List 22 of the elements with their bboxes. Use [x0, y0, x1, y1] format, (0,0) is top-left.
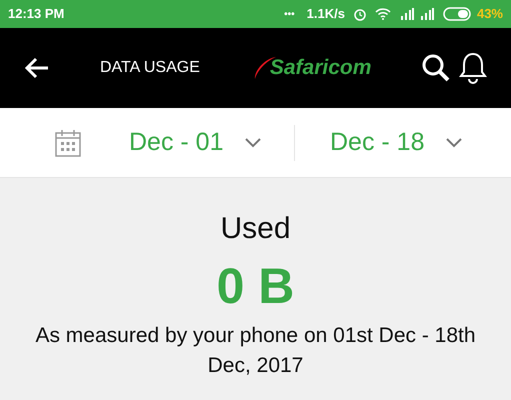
- usage-note: As measured by your phone on 01st Dec - 18th Dec, 2017: [34, 323, 477, 379]
- chevron-down-icon: [446, 138, 462, 148]
- start-date-dropdown[interactable]: Dec - 01: [129, 124, 289, 162]
- calendar-icon: [55, 128, 81, 156]
- used-label: Used: [220, 211, 291, 247]
- end-date-dropdown[interactable]: Dec - 18: [330, 124, 462, 162]
- battery-icon: [442, 7, 473, 21]
- search-icon[interactable]: [421, 53, 451, 83]
- alarm-icon: [352, 7, 367, 21]
- wifi-icon: [374, 8, 391, 20]
- signal-icon: [418, 8, 435, 20]
- signal-icon: [398, 8, 415, 20]
- bell-icon[interactable]: [459, 51, 487, 85]
- back-icon[interactable]: [24, 57, 50, 79]
- status-dots: •••: [284, 8, 295, 22]
- status-time: 12:13 PM: [8, 5, 64, 24]
- brand-logo: Safaricom: [270, 55, 372, 82]
- network-speed: 1.1K/s: [306, 5, 345, 24]
- page-title: DATA USAGE: [100, 58, 200, 78]
- battery-percent: 43%: [476, 5, 503, 24]
- used-amount: 0 B: [216, 257, 294, 316]
- chevron-down-icon: [245, 138, 262, 148]
